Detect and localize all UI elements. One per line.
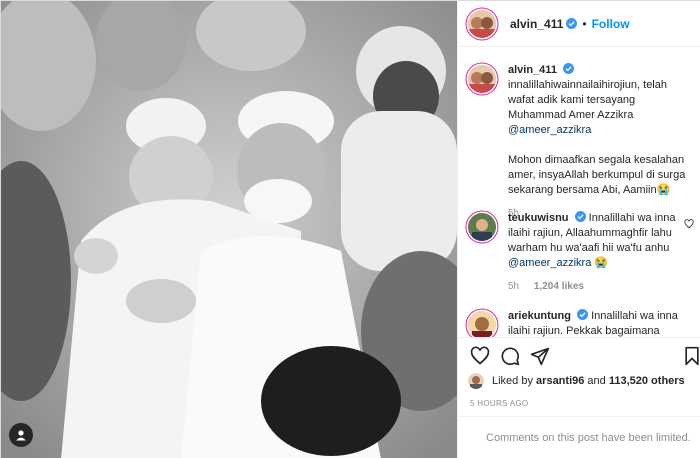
verified-icon xyxy=(574,211,586,222)
comment-body: ariekuntung Innalillahi wa inna ilaihi r… xyxy=(508,309,696,337)
instagram-post: alvin_411 • Follow alvin_411 innalillahi… xyxy=(0,0,700,458)
header-separator: • xyxy=(582,16,587,31)
comment-emoji: 😭 xyxy=(594,257,609,269)
comment-mention[interactable]: @ameer_azzikra xyxy=(508,257,591,269)
likes-prefix: Liked by xyxy=(492,375,533,387)
avatar-image xyxy=(468,213,496,241)
share-icon[interactable] xyxy=(530,346,550,366)
header-username[interactable]: alvin_411 xyxy=(510,17,563,31)
post-header: alvin_411 • Follow xyxy=(458,1,700,47)
avatar-image xyxy=(468,311,496,337)
likes-count[interactable]: 113,520 others xyxy=(609,375,685,387)
comment-username[interactable]: ariekuntung xyxy=(508,310,571,322)
comment-item: teukuwisnu Innalillahi wa inna ilaihi ra… xyxy=(468,211,698,294)
bookmark-icon[interactable] xyxy=(682,346,700,366)
avatar[interactable] xyxy=(468,9,496,38)
comment-meta: 5h 1,204 likes xyxy=(508,279,696,294)
comments-list[interactable]: alvin_411 innalillahiwainnailaihirojiun,… xyxy=(458,47,700,337)
heart-icon[interactable] xyxy=(470,346,490,366)
comment-body: teukuwisnu Innalillahi wa inna ilaihi ra… xyxy=(508,211,696,294)
comments-limited-notice: Comments on this post have been limited. xyxy=(458,416,700,458)
verified-icon xyxy=(577,309,589,320)
caption-avatar[interactable] xyxy=(468,65,496,93)
avatar-image xyxy=(468,373,484,389)
verified-icon xyxy=(566,18,578,29)
liker-avatar[interactable] xyxy=(468,373,484,389)
caption: alvin_411 innalillahiwainnailaihirojiun,… xyxy=(468,63,698,221)
caption-text: innalillahiwainnailaihirojiun, telah waf… xyxy=(508,79,667,121)
likes-summary: Liked by arsanti96 and 113,520 others xyxy=(468,373,685,389)
caption-body: alvin_411 innalillahiwainnailaihirojiun,… xyxy=(508,63,696,221)
comment-avatar[interactable] xyxy=(468,311,496,337)
post-timestamp[interactable]: 5 HOURS AGO xyxy=(470,399,528,408)
caption-mention[interactable]: @ameer_azzikra xyxy=(508,123,696,138)
likes-user[interactable]: arsanti96 xyxy=(536,375,584,387)
avatar-image xyxy=(468,65,496,93)
user-tag-button[interactable] xyxy=(9,423,33,447)
post-photo[interactable] xyxy=(1,1,457,458)
comment-time[interactable]: 5h xyxy=(508,281,519,292)
verified-icon xyxy=(563,63,574,74)
post-side-panel: alvin_411 • Follow alvin_411 innalillahi… xyxy=(457,1,700,458)
comment-avatar[interactable] xyxy=(468,213,496,241)
comment-item: ariekuntung Innalillahi wa inna ilaihi r… xyxy=(468,309,698,337)
comment-like-heart-icon[interactable] xyxy=(684,219,694,229)
caption-username[interactable]: alvin_411 xyxy=(508,64,557,76)
avatar-image xyxy=(468,9,496,38)
post-actions xyxy=(458,337,700,371)
follow-button[interactable]: Follow xyxy=(592,17,630,31)
post-image xyxy=(1,1,457,458)
comment-likes[interactable]: 1,204 likes xyxy=(534,281,584,292)
user-tag-icon xyxy=(16,430,26,441)
comment-icon[interactable] xyxy=(500,346,520,366)
comment-username[interactable]: teukuwisnu xyxy=(508,212,569,224)
caption-emoji: 😭 xyxy=(656,184,671,196)
likes-conj: and xyxy=(587,375,606,387)
